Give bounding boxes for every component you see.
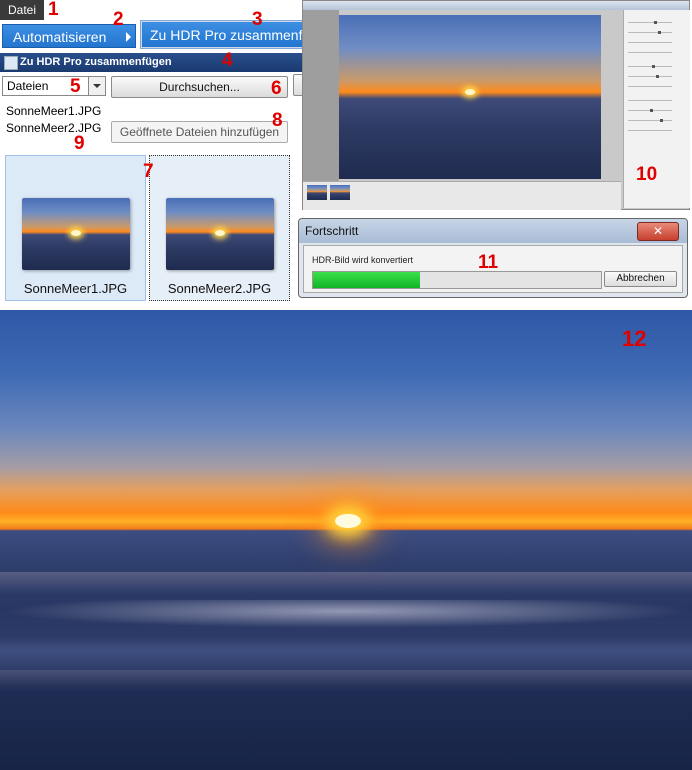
source-select-value: Dateien	[7, 79, 49, 93]
thumbnail-caption: SonneMeer2.JPG	[167, 281, 272, 296]
hdr-result-image	[0, 310, 692, 770]
callout-number: 7	[143, 161, 154, 182]
panel-row	[628, 52, 672, 53]
progress-fill	[313, 272, 420, 288]
window-titlebar	[303, 1, 689, 10]
callout-number: 11	[478, 252, 499, 273]
menu-item-label: Automatisieren	[13, 29, 107, 45]
slider-handle[interactable]	[652, 65, 655, 68]
panel-row	[628, 32, 672, 33]
file-list[interactable]: SonneMeer1.JPG SonneMeer2.JPG	[2, 101, 106, 141]
list-item[interactable]: SonneMeer2.JPG	[6, 120, 106, 137]
panel-row	[628, 22, 672, 23]
panel-row	[628, 66, 672, 67]
thumbnail-image	[166, 198, 274, 270]
wave-foam	[0, 600, 692, 628]
callout-number: 1	[48, 0, 59, 20]
submenu-arrow-icon	[126, 32, 131, 42]
chevron-down-icon[interactable]	[88, 77, 105, 95]
add-open-files-button[interactable]: Geöffnete Dateien hinzufügen	[111, 121, 288, 143]
thumbnail-tile[interactable]: SonneMeer2.JPG	[149, 155, 290, 301]
callout-number: 12	[622, 326, 647, 351]
callout-number: 9	[74, 133, 85, 154]
sun	[71, 230, 81, 237]
source-select[interactable]: Dateien	[2, 76, 106, 96]
thumbnail-tile[interactable]: SonneMeer1.JPG	[5, 155, 146, 301]
thumbnail-image	[22, 198, 130, 270]
callout-number: 5	[70, 76, 81, 97]
callout-number: 10	[636, 164, 658, 185]
menu-datei[interactable]: Datei	[0, 0, 44, 20]
panel-row	[628, 86, 672, 87]
slider-handle[interactable]	[656, 75, 659, 78]
wave	[0, 670, 692, 692]
panel-row	[628, 100, 672, 101]
sun	[335, 514, 361, 528]
hdr-preview-image	[339, 15, 601, 179]
list-item[interactable]: SonneMeer1.JPG	[6, 103, 106, 120]
sun	[465, 88, 475, 95]
dialog-title: Zu HDR Pro zusammenfügen	[20, 56, 172, 68]
browse-button[interactable]: Durchsuchen...	[111, 76, 288, 98]
source-strip	[303, 181, 621, 210]
window-sidebar	[303, 10, 339, 184]
app-icon	[4, 56, 18, 70]
close-icon[interactable]: ✕	[637, 222, 679, 241]
strip-thumbnail[interactable]	[330, 185, 350, 200]
panel-row	[628, 130, 672, 131]
strip-thumbnail[interactable]	[307, 185, 327, 200]
callout-number: 3	[252, 9, 263, 30]
wave	[0, 572, 692, 594]
callout-number: 6	[271, 78, 282, 99]
progress-title: Fortschritt	[305, 224, 359, 238]
progress-status: HDR-Bild wird konvertiert	[312, 255, 414, 265]
callout-number: 4	[222, 50, 233, 71]
thumbnail-caption: SonneMeer1.JPG	[23, 281, 128, 296]
hdr-pro-window	[302, 0, 690, 210]
cancel-button[interactable]: Abbrechen	[604, 271, 677, 287]
slider-handle[interactable]	[660, 119, 663, 122]
callout-number: 2	[113, 9, 124, 30]
panel-row	[628, 76, 672, 77]
slider-handle[interactable]	[650, 109, 653, 112]
panel-row	[628, 120, 672, 121]
slider-handle[interactable]	[654, 21, 657, 24]
slider-handle[interactable]	[658, 31, 661, 34]
callout-number: 8	[272, 110, 283, 131]
panel-row	[628, 42, 672, 43]
sun	[215, 230, 225, 237]
progress-titlebar: Fortschritt ✕	[299, 219, 687, 243]
progress-bar	[312, 271, 602, 289]
